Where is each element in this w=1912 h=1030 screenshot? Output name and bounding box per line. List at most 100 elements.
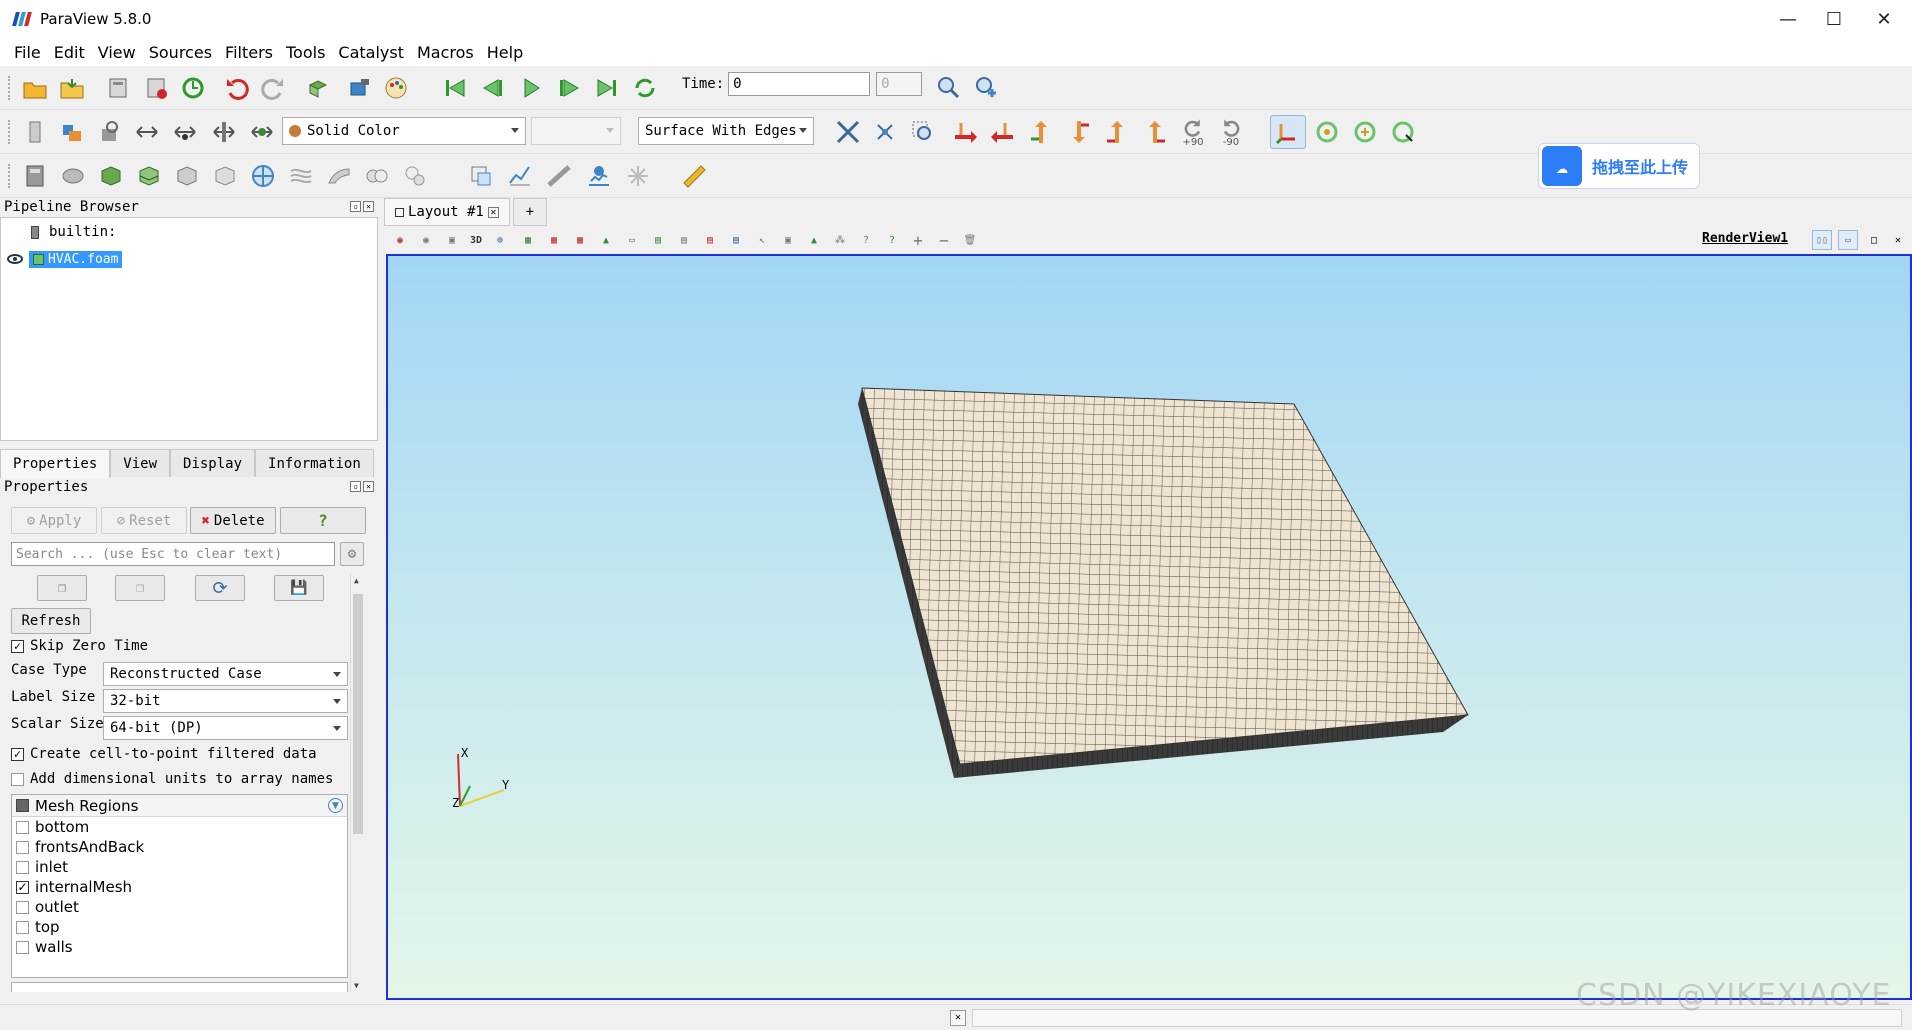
ruler-icon[interactable] (679, 161, 709, 191)
contour-icon[interactable] (58, 161, 88, 191)
color-palette-icon[interactable] (382, 73, 412, 103)
list-item[interactable]: ✓ internalMesh (12, 877, 347, 897)
show-center-icon[interactable] (1312, 117, 1342, 147)
scrollbar-thumb[interactable] (353, 594, 363, 834)
first-frame-icon[interactable] (440, 73, 470, 103)
restore-icon[interactable]: ◉ (416, 230, 436, 250)
paste-button[interactable]: ❐ (115, 575, 165, 601)
select-points-on-icon[interactable]: ▦ (544, 230, 564, 250)
skip-zero-time-checkbox[interactable]: ✓ (11, 639, 24, 653)
toggle-3d-button[interactable]: 3D (466, 230, 486, 250)
menu-file[interactable]: File (8, 41, 47, 64)
pipeline-source-item[interactable]: HVAC.foam (29, 250, 123, 268)
camera-undo-icon[interactable] (304, 73, 334, 103)
scroll-up-icon[interactable]: ▲ (354, 576, 359, 585)
region-checkbox[interactable] (16, 820, 29, 834)
apply-button[interactable]: ⚙ Apply (11, 507, 97, 534)
open-file-icon[interactable] (20, 73, 50, 103)
save-button[interactable]: 💾 (274, 575, 324, 601)
extract-level-icon[interactable] (400, 161, 430, 191)
extract-subset-icon[interactable] (210, 161, 240, 191)
render-view[interactable]: X Y Z (386, 254, 1912, 1000)
rescale-custom-icon[interactable] (132, 117, 162, 147)
camera-icon[interactable]: ▣ (442, 230, 462, 250)
redo-icon[interactable] (258, 73, 288, 103)
toolbar-handle[interactable] (8, 120, 12, 144)
case-type-dropdown[interactable]: Reconstructed Case (103, 662, 348, 686)
selection-display-icon[interactable] (466, 161, 496, 191)
toolbar-handle[interactable] (8, 164, 12, 188)
zoom-data-icon[interactable] (934, 73, 964, 103)
particle-tracer-icon[interactable] (623, 161, 653, 191)
progress-close-icon[interactable]: ✕ (950, 1010, 966, 1026)
last-frame-icon[interactable] (592, 73, 622, 103)
skip-zero-time-row[interactable]: ✓ Skip Zero Time (11, 638, 148, 654)
reset-range-icon[interactable] (94, 117, 124, 147)
tab-layout-1[interactable]: Layout #1 ✕ (384, 198, 510, 226)
query-selection-icon[interactable]: ? (856, 230, 876, 250)
maximize-view-icon[interactable]: □ (1864, 230, 1884, 250)
mesh-regions-select-all-checkbox[interactable] (16, 799, 29, 812)
group-datasets-icon[interactable] (362, 161, 392, 191)
tab-properties[interactable]: Properties (0, 449, 111, 478)
set-view-direction-minus-z-icon[interactable] (1140, 117, 1170, 147)
filter-icon[interactable]: ▼ (328, 798, 343, 813)
plot-selection-icon[interactable]: ⁂ (830, 230, 850, 250)
time-input[interactable]: 0 (728, 72, 871, 96)
stream-tracer-icon[interactable] (286, 161, 316, 191)
list-item[interactable]: inlet (12, 857, 347, 877)
set-view-direction-minus-y-icon[interactable] (1064, 117, 1094, 147)
mesh-regions-header[interactable]: Mesh Regions ▼ (12, 795, 347, 817)
menu-edit[interactable]: Edit (48, 41, 91, 64)
undo-icon[interactable] (222, 73, 252, 103)
close-view-icon[interactable]: ✕ (1888, 230, 1908, 250)
polygon-select-icon[interactable]: ▤ (700, 230, 720, 250)
maximize-button[interactable]: ☐ (1806, 0, 1862, 38)
eye-visibility-icon[interactable] (7, 254, 23, 264)
select-cells-on-icon[interactable]: ▦ (518, 230, 538, 250)
connect-icon[interactable] (103, 73, 133, 103)
camera-redo-icon[interactable] (344, 73, 374, 103)
show-orientation-axes-icon[interactable] (1270, 115, 1306, 149)
region-checkbox[interactable] (16, 920, 29, 934)
menu-tools[interactable]: Tools (280, 41, 331, 64)
region-checkbox[interactable] (16, 940, 29, 954)
zoom-to-box-icon[interactable] (908, 117, 938, 147)
region-checkbox[interactable] (16, 860, 29, 874)
glyph-icon[interactable] (248, 161, 278, 191)
list-item[interactable]: frontsAndBack (12, 837, 347, 857)
capture-screenshot-icon[interactable]: ◉ (390, 230, 410, 250)
zoom-closest-icon[interactable] (972, 73, 1002, 103)
set-view-direction-minus-x-icon[interactable] (988, 117, 1018, 147)
extract-selection-icon[interactable]: ▲ (804, 230, 824, 250)
list-item[interactable]: bottom (12, 817, 347, 837)
list-item[interactable]: outlet (12, 897, 347, 917)
toggle-interactive-labels-icon[interactable]: ? (882, 230, 902, 250)
select-block-icon[interactable]: ▭ (622, 230, 642, 250)
cell-to-point-row[interactable]: ✓ Create cell-to-point filtered data (11, 746, 317, 762)
calculator-icon[interactable] (20, 161, 50, 191)
close-icon[interactable]: ✕ (363, 481, 374, 492)
cell-to-point-checkbox[interactable]: ✓ (11, 747, 24, 761)
toolbar-handle[interactable] (8, 76, 12, 100)
tab-information[interactable]: Information (255, 449, 374, 477)
loop-icon[interactable] (630, 73, 660, 103)
scalar-size-dropdown[interactable]: 64-bit (DP) (103, 716, 348, 740)
tab-view[interactable]: View (110, 449, 171, 477)
copy-button[interactable]: ❐ (37, 575, 87, 601)
region-checkbox[interactable] (16, 900, 29, 914)
plot-data-icon[interactable] (544, 161, 574, 191)
float-icon[interactable]: ▫ (350, 201, 361, 212)
help-button[interactable]: ? (280, 507, 366, 534)
hover-cells-icon[interactable]: ▤ (648, 230, 668, 250)
load-state-icon[interactable] (57, 73, 87, 103)
dimensional-units-checkbox[interactable] (11, 772, 24, 786)
clip-icon[interactable] (96, 161, 126, 191)
grow-selection-icon[interactable]: ↖ (752, 230, 772, 250)
split-vertical-icon[interactable]: ▭ (1838, 230, 1858, 250)
play-icon[interactable] (516, 73, 546, 103)
pipeline-source-row[interactable]: HVAC.foam (7, 248, 123, 270)
rescale-visible-icon[interactable] (170, 117, 200, 147)
add-layout-tab[interactable]: + (512, 198, 547, 226)
region-checkbox[interactable] (16, 840, 29, 854)
